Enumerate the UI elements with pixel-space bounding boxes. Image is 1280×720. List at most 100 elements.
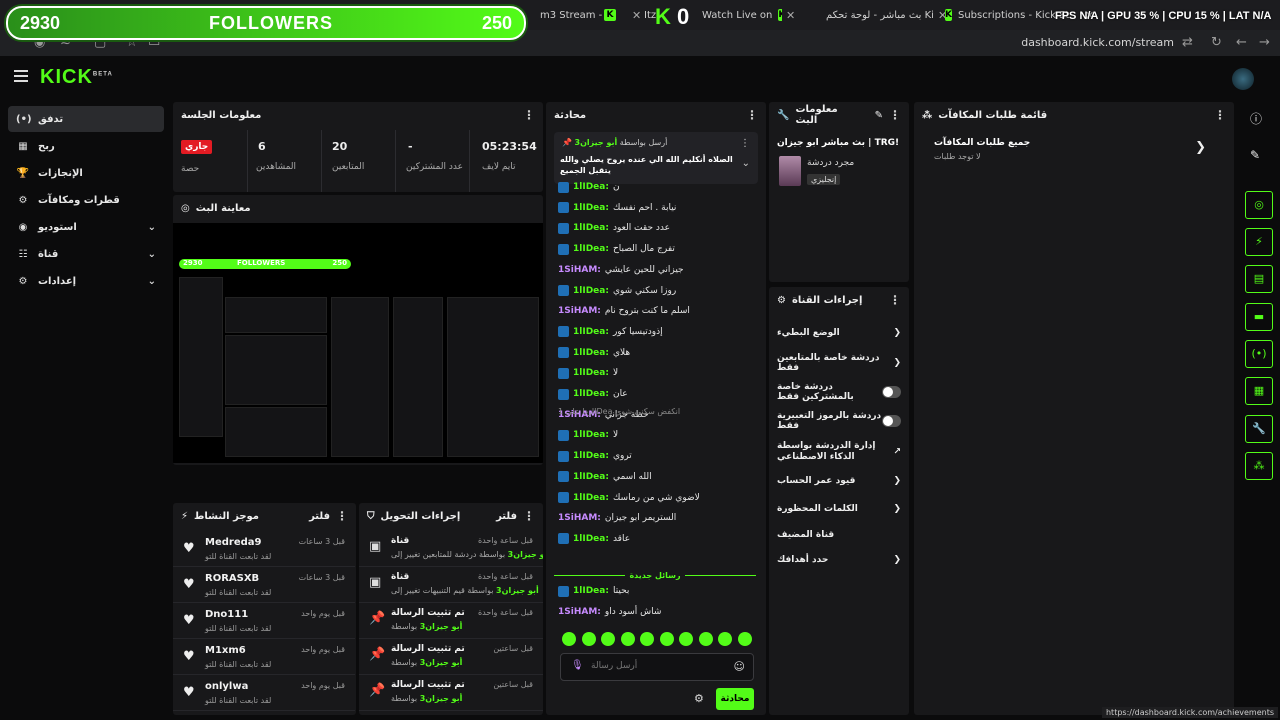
chat-username[interactable]: 1SiHAM: bbox=[558, 513, 601, 523]
mod-action-row[interactable]: ▣ قناة أبو جيزان3 بواسطة دردشة للمتابعين ت… bbox=[359, 531, 543, 567]
action-host-channel[interactable]: قناة المضيف bbox=[769, 521, 909, 549]
sidebar-item-achievements[interactable]: 🏆 الإنجازات bbox=[8, 160, 164, 186]
chat-username[interactable]: 1SiHAM: bbox=[558, 306, 601, 316]
broadcast-icon[interactable]: (•) bbox=[1245, 340, 1273, 368]
sidebar-item-studio[interactable]: ◉ استوديو ⌄ bbox=[8, 214, 164, 240]
more-icon[interactable]: ⋮ bbox=[523, 509, 535, 523]
pencil-icon[interactable]: ✎ bbox=[1250, 148, 1260, 162]
chat-username[interactable]: 1lIDea: bbox=[573, 182, 609, 192]
chat-message[interactable]: 1lIDea: نيابة . احم نفسك bbox=[558, 199, 676, 217]
emote-icon[interactable] bbox=[659, 632, 674, 646]
menu-icon[interactable] bbox=[14, 70, 28, 82]
chat-username[interactable]: 1lIDea: bbox=[573, 389, 609, 399]
url-text[interactable]: dashboard.kick.com/stream bbox=[1021, 36, 1174, 49]
send-chat-button[interactable]: محادثة bbox=[716, 688, 754, 710]
bolt-icon[interactable]: ⚡ bbox=[1245, 228, 1273, 256]
chat-message[interactable]: 1lIDea: عاقد bbox=[558, 530, 630, 548]
action-subscribers-only[interactable]: دردشة خاصة بالمشتركين فقط bbox=[769, 378, 909, 406]
gear-icon[interactable]: ⚙ bbox=[694, 692, 704, 705]
info-icon[interactable]: ⓘ bbox=[1250, 110, 1262, 127]
emote-icon[interactable] bbox=[581, 632, 596, 646]
emote-icon[interactable] bbox=[640, 632, 654, 646]
chat-message[interactable]: 1lIDea: روزا سكني شوي bbox=[558, 282, 676, 300]
reload-icon[interactable]: ↻ bbox=[1211, 35, 1222, 50]
back-arrow-icon[interactable]: ← bbox=[1236, 35, 1247, 50]
chat-message[interactable]: 1lIDea: بحيتا bbox=[558, 582, 629, 600]
action-followers-only[interactable]: دردشة خاصة بالمتابعين فقط ❯ bbox=[769, 349, 909, 377]
more-icon[interactable]: ⋮ bbox=[740, 138, 750, 149]
chat-username[interactable]: 1lIDea: bbox=[573, 348, 609, 358]
chat-message[interactable]: 1lIDea: تروي bbox=[558, 447, 632, 465]
chevron-down-icon[interactable]: ⌄ bbox=[742, 158, 750, 169]
document-icon[interactable]: ▤ bbox=[1245, 265, 1273, 293]
chat-username[interactable]: 1lIDea: bbox=[573, 493, 609, 503]
chat-message[interactable]: 1lIDea: لا bbox=[558, 364, 618, 382]
chat-message[interactable]: 1lIDea: لا bbox=[558, 426, 618, 444]
forward-arrow-icon[interactable]: → bbox=[1259, 35, 1270, 50]
more-icon[interactable]: ⋮ bbox=[889, 108, 901, 122]
chat-username[interactable]: 1lIDea: bbox=[573, 586, 609, 596]
chat-message[interactable]: 1lIDea: عان bbox=[558, 385, 628, 403]
chat-message[interactable]: 1lIDea: الله اسمي bbox=[558, 468, 652, 486]
emote-icon[interactable] bbox=[718, 632, 732, 646]
tab-close[interactable]: ✕ bbox=[786, 4, 806, 26]
emoji-icon[interactable]: ☺ bbox=[734, 660, 745, 673]
chat-message[interactable]: 1lIDea: تفرج مال الصباح bbox=[558, 240, 675, 258]
stream-preview-video[interactable]: 2930 FOLLOWERS 250 bbox=[173, 223, 543, 463]
browser-tab[interactable]: K Subscriptions - Kick Streaming bbox=[945, 4, 1069, 26]
chat-message[interactable]: 1SiHAM: الستريمر ابو جيزان bbox=[558, 509, 676, 527]
chat-username[interactable]: 1lIDea: bbox=[573, 368, 609, 378]
avatar[interactable] bbox=[1232, 68, 1254, 90]
chat-username[interactable]: 1lIDea: bbox=[573, 286, 609, 296]
chat-icon[interactable]: ▬ bbox=[1245, 303, 1273, 331]
emotes-only-toggle[interactable] bbox=[881, 415, 901, 427]
action-set-goals[interactable]: حدد أهدافك ❯ bbox=[769, 546, 909, 574]
chat-message[interactable]: 1SiHAM: جيزاني للحين عايشي bbox=[558, 261, 684, 279]
filter-button[interactable]: فلتر bbox=[309, 511, 330, 522]
chat-username[interactable]: 1lIDea: bbox=[573, 451, 609, 461]
emote-icon[interactable] bbox=[737, 632, 752, 646]
mod-action-row[interactable]: ▣ قناة أبو جيزان3 بواسطة قيم التنبيهات تغي… bbox=[359, 567, 543, 603]
emote-icon[interactable] bbox=[679, 632, 693, 646]
chat-username[interactable]: 1SiHAM: bbox=[558, 265, 601, 275]
chat-message[interactable]: 1SiHAM: اسلم ما كنت بتروح نام bbox=[558, 302, 690, 320]
more-icon[interactable]: ⋮ bbox=[889, 293, 901, 307]
more-icon[interactable]: ⋮ bbox=[523, 108, 535, 122]
rewards-icon[interactable]: ⁂ bbox=[1245, 452, 1273, 480]
pencil-icon[interactable]: ✎ bbox=[875, 110, 883, 121]
activity-row[interactable]: ♥ onlylwa لقد تابعت القناة للتو قبل يوم واح… bbox=[173, 675, 355, 711]
chat-username[interactable]: 1lIDea: bbox=[573, 244, 609, 254]
action-slow-mode[interactable]: الوضع البطيء ❯ bbox=[769, 319, 909, 347]
wrench-icon[interactable]: 🔧 bbox=[1245, 415, 1273, 443]
chat-message[interactable]: 1lIDea: عدد حقت العود bbox=[558, 219, 670, 237]
chat-username[interactable]: 1lIDea: bbox=[573, 327, 609, 337]
chat-username[interactable]: 1lIDea: bbox=[573, 472, 609, 482]
mic-icon[interactable]: 🎙 bbox=[571, 660, 584, 671]
activity-row[interactable]: ♥ Dno111 لقد تابعت القناة للتو قبل يوم واحد bbox=[173, 603, 355, 639]
chat-message[interactable]: 1SiHAM: شاش أسود داو bbox=[558, 603, 661, 621]
emote-icon[interactable] bbox=[698, 632, 713, 646]
sidebar-item-stream[interactable]: (•) تدفق bbox=[8, 106, 164, 132]
browser-tab-active[interactable]: بث مباشر - لوحة تحكم KickK bbox=[826, 4, 934, 26]
action-ai-moderation[interactable]: إدارة الدردشة بواسطة الذكاء الاصطناعي ↗ bbox=[769, 437, 909, 467]
browser-tab[interactable]: Watch Live on K bbox=[702, 4, 782, 26]
activity-row[interactable]: ♥ M1xm6 لقد تابعت القناة للتو قبل يوم واحد bbox=[173, 639, 355, 675]
browser-tab-icon[interactable]: K bbox=[604, 4, 628, 26]
all-reward-requests[interactable]: جميع طلبات المكافآت لا توجد طلبات ❯ bbox=[926, 136, 1222, 170]
chat-input[interactable]: 🎙 أرسل رسالة ☺ bbox=[560, 653, 754, 681]
chat-message[interactable]: 1lIDea: لاضوي شي من رماسك bbox=[558, 489, 700, 507]
activity-row[interactable]: ♥ Medreda9 لقد تابعت القناة للتو قبل 3 ساعا… bbox=[173, 531, 355, 567]
action-account-age[interactable]: قيود عمر الحساب ❯ bbox=[769, 467, 909, 495]
more-icon[interactable]: ⋮ bbox=[336, 509, 348, 523]
subscribers-only-toggle[interactable] bbox=[882, 386, 901, 398]
mod-action-row[interactable]: 📌 تم تثبيت الرسالة أبو جيزان3 بواسطة قبل سا… bbox=[359, 603, 543, 639]
activity-row[interactable]: ♥ RORASXB لقد تابعت القناة للتو قبل 3 ساعات bbox=[173, 567, 355, 603]
chat-username[interactable]: 1lIDea: bbox=[573, 534, 609, 544]
sidebar-item-channel[interactable]: ☷ قناة ⌄ bbox=[8, 241, 164, 267]
emote-icon[interactable] bbox=[562, 632, 576, 646]
emote-icon[interactable] bbox=[620, 632, 635, 646]
chat-username[interactable]: 1SiHAM: bbox=[558, 607, 601, 617]
layout-icon[interactable]: ▦ bbox=[1245, 377, 1273, 405]
action-emotes-only[interactable]: دردشة بالرموز التعبيرية فقط bbox=[769, 407, 909, 435]
chat-username[interactable]: 1lIDea: bbox=[573, 223, 609, 233]
